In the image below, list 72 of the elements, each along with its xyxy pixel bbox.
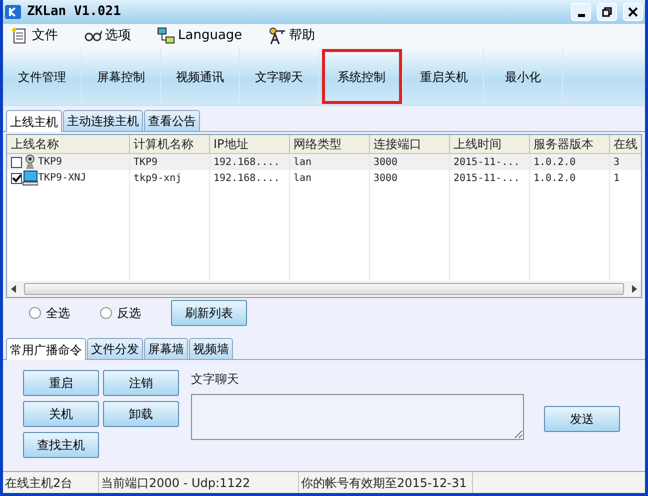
toolbar-button[interactable]: 文件管理	[3, 48, 82, 105]
table-cell: tkp9-xnj	[129, 170, 209, 186]
toolbar-button[interactable]: 重启关机	[405, 48, 484, 105]
table-cell: 3	[609, 154, 641, 170]
close-icon	[627, 6, 639, 18]
window-title: ZKLan V1.021	[27, 3, 122, 22]
table-cell: 2015-11-...	[449, 154, 529, 170]
tab[interactable]: 主动连接主机	[63, 110, 143, 131]
network-icon	[157, 27, 175, 45]
tab[interactable]: 文件分发	[87, 338, 143, 359]
table-cell: 1.0.2.0	[529, 170, 609, 186]
table-cell: 1	[609, 170, 641, 186]
table-cell: lan	[289, 170, 369, 186]
toolbar-button[interactable]: 文字聊天	[240, 48, 319, 105]
radio-button[interactable]: 全选	[29, 304, 70, 322]
command-button[interactable]: 注销	[103, 370, 179, 396]
toolbar-button[interactable]: 视频通讯	[161, 48, 240, 105]
tab[interactable]: 视频墙	[189, 338, 233, 359]
key-letters-icon	[268, 27, 286, 45]
menu-item[interactable]: 选项	[84, 26, 131, 46]
status-text: 你的帐号有效期至2015-12-31	[299, 472, 473, 493]
chat-input[interactable]	[191, 394, 524, 440]
status-text: 当前端口2000 - Udp:1122	[99, 472, 299, 493]
column-header[interactable]: 在线	[609, 135, 641, 154]
status-text: 在线主机2台	[3, 472, 99, 493]
send-button[interactable]: 发送	[544, 406, 620, 432]
table-cell: 192.168....	[209, 170, 289, 186]
table-cell: 3000	[369, 154, 449, 170]
toolbar-button[interactable]: 屏幕控制	[82, 48, 161, 105]
row-checkbox[interactable]	[11, 172, 22, 184]
column-header[interactable]: 网络类型	[289, 135, 369, 154]
column-header[interactable]: 上线时间	[449, 135, 529, 154]
table-cell: 3000	[369, 170, 449, 186]
close-button[interactable]	[623, 3, 643, 21]
command-button[interactable]: 重启	[23, 370, 99, 396]
check-icon	[12, 174, 21, 182]
column-header[interactable]: 上线名称	[7, 135, 129, 154]
restore-icon	[601, 6, 613, 18]
scroll-left-icon[interactable]	[11, 285, 16, 293]
toolbar-button[interactable]: 系统控制	[321, 48, 403, 105]
restore-button[interactable]	[597, 3, 617, 21]
column-header[interactable]: 计算机名称	[129, 135, 209, 154]
chat-label: 文字聊天	[191, 371, 240, 388]
tab[interactable]: 查看公告	[144, 110, 200, 131]
tab[interactable]: 常用广播命令	[6, 338, 86, 360]
host-name: TKP9	[38, 156, 62, 168]
app-logo-icon	[5, 5, 21, 19]
refresh-button[interactable]: 刷新列表	[171, 300, 247, 326]
command-button[interactable]: 关机	[23, 401, 99, 427]
column-header[interactable]: 服务器版本	[529, 135, 609, 154]
table-cell: TKP9	[129, 154, 209, 170]
tab[interactable]: 上线主机	[6, 110, 62, 132]
minimize-icon	[578, 14, 584, 17]
scrollbar-thumb[interactable]	[24, 283, 624, 295]
row-checkbox[interactable]	[11, 156, 22, 168]
minimize-button[interactable]	[571, 3, 591, 21]
menu-item[interactable]: 文件	[11, 26, 58, 46]
menu-item[interactable]: 帮助	[268, 26, 316, 46]
host-name: TKP9-XNJ	[38, 172, 86, 184]
menu-item[interactable]: Language	[157, 26, 242, 46]
table-cell: lan	[289, 154, 369, 170]
table-cell: 2015-11-...	[449, 170, 529, 186]
column-header[interactable]: 连接端口	[369, 135, 449, 154]
radio-button[interactable]: 反选	[100, 304, 141, 322]
tab[interactable]: 屏幕墙	[144, 338, 188, 359]
table-cell: 1.0.2.0	[529, 154, 609, 170]
column-header[interactable]: IP地址	[209, 135, 289, 154]
toolbar-button[interactable]: 最小化	[484, 48, 563, 105]
scroll-right-icon[interactable]	[632, 285, 637, 293]
command-button[interactable]: 查找主机	[23, 432, 99, 458]
command-button[interactable]: 卸载	[103, 401, 179, 427]
table-cell: 192.168....	[209, 154, 289, 170]
